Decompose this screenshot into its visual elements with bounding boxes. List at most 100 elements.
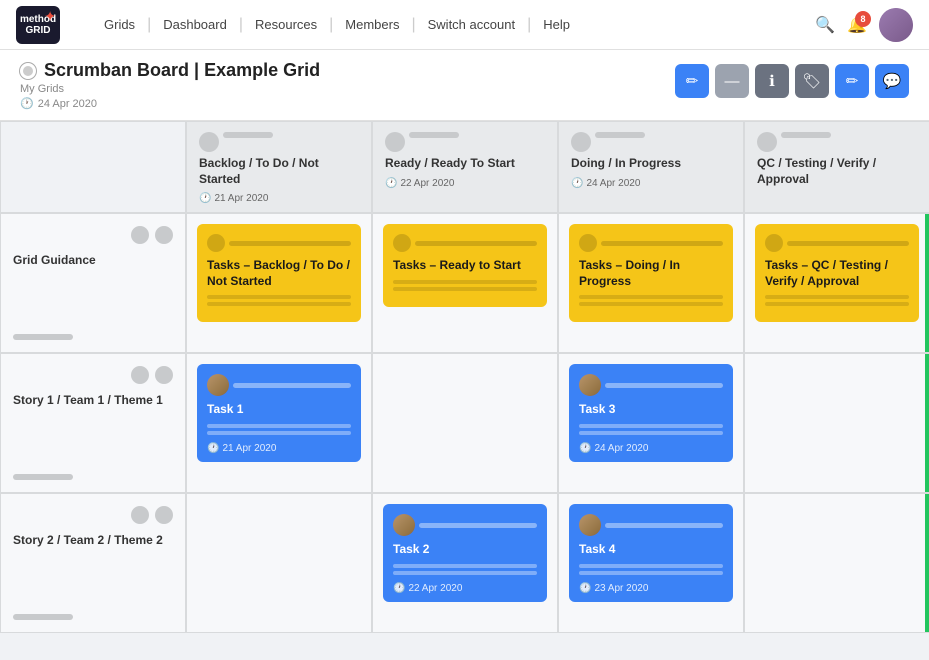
card-task1[interactable]: Task 1 🕐 21 Apr 2020: [197, 364, 361, 462]
card-icons-2: [393, 234, 537, 252]
card-icon-sm-4: [765, 234, 783, 252]
card-task2-line-2: [393, 571, 537, 575]
green-accent-1: [925, 214, 929, 352]
card-tasks-ready[interactable]: Tasks – Ready to Start: [383, 224, 547, 307]
card-task2-line-1: [393, 564, 537, 568]
clock-icon-3: 🕐: [571, 178, 583, 189]
card-task2-avatar-img: [393, 514, 415, 536]
info-button[interactable]: ℹ: [755, 64, 789, 98]
cell-story1-doing[interactable]: Task 3 🕐 24 Apr 2020: [558, 353, 744, 493]
message-button[interactable]: 💬: [875, 64, 909, 98]
card-line-6: [579, 302, 723, 306]
notification-count: 8: [855, 11, 871, 27]
avatar[interactable]: [879, 8, 913, 42]
col-header-icons-1: [199, 132, 359, 152]
card-task4[interactable]: Task 4 🕐 23 Apr 2020: [569, 504, 733, 602]
card-title-tasks-backlog: Tasks – Backlog / To Do / Not Started: [207, 258, 351, 289]
clock-icon-task3: 🕐: [579, 443, 591, 454]
card-task2[interactable]: Task 2 🕐 22 Apr 2020: [383, 504, 547, 602]
row-icon-2: [155, 226, 173, 244]
cell-guidance-qc[interactable]: Tasks – QC / Testing / Verify / Approval: [744, 213, 929, 353]
nav-dashboard[interactable]: Dashboard: [151, 17, 239, 32]
card-task1-bar: [233, 383, 351, 388]
nav-right: 🔍 🔔 8: [815, 8, 913, 42]
green-accent-3: [925, 494, 929, 632]
card-task2-bar: [419, 523, 537, 528]
nav-help[interactable]: Help: [531, 17, 582, 32]
card-task4-avatar-img: [579, 514, 601, 536]
cell-guidance-ready[interactable]: Tasks – Ready to Start: [372, 213, 558, 353]
col-icon-3: [571, 132, 591, 152]
breadcrumb: My Grids: [20, 83, 320, 95]
row-progress-bar: [13, 334, 73, 340]
nav-switch-account[interactable]: Switch account: [416, 17, 527, 32]
clock-icon: 🕐: [20, 97, 34, 110]
card-task1-date: 🕐 21 Apr 2020: [207, 443, 351, 454]
card-line-1: [207, 295, 351, 299]
card-icon-sm-3: [579, 234, 597, 252]
notification-bell[interactable]: 🔔 8: [847, 15, 867, 35]
card-tasks-backlog[interactable]: Tasks – Backlog / To Do / Not Started: [197, 224, 361, 322]
toolbar: ✏ — ℹ 🏷 ✏ 💬: [675, 64, 909, 98]
cell-story2-doing[interactable]: Task 4 🕐 23 Apr 2020: [558, 493, 744, 633]
cell-story2-qc[interactable]: [744, 493, 929, 633]
cell-story2-ready[interactable]: Task 2 🕐 22 Apr 2020: [372, 493, 558, 633]
card-task1-icons: [207, 374, 351, 396]
logo[interactable]: ✦ method GRID: [16, 6, 60, 44]
card-task4-icons: [579, 514, 723, 536]
row-icon-5: [131, 506, 149, 524]
card-task4-date: 🕐 23 Apr 2020: [579, 583, 723, 594]
card-tasks-doing[interactable]: Tasks – Doing / In Progress: [569, 224, 733, 322]
nav-grids[interactable]: Grids: [92, 17, 147, 32]
cell-story1-qc[interactable]: [744, 353, 929, 493]
card-task1-avatar-img: [207, 374, 229, 396]
clock-icon-2: 🕐: [385, 178, 397, 189]
tag-button[interactable]: 🏷: [795, 64, 829, 98]
card-task1-avatar: [207, 374, 229, 396]
row-icon-6: [155, 506, 173, 524]
search-button[interactable]: 🔍: [815, 15, 835, 35]
page-date: 🕐 24 Apr 2020: [20, 97, 320, 110]
nav-resources[interactable]: Resources: [243, 17, 329, 32]
card-lines: [207, 295, 351, 306]
card-line-4: [393, 287, 537, 291]
card-task2-avatar: [393, 514, 415, 536]
card-task1-lines: [207, 424, 351, 435]
navbar: ✦ method GRID Grids | Dashboard | Resour…: [0, 0, 929, 50]
card-task3-line-1: [579, 424, 723, 428]
cell-story1-backlog[interactable]: Task 1 🕐 21 Apr 2020: [186, 353, 372, 493]
page-title: Scrumban Board | Example Grid: [44, 60, 320, 81]
col-bar-3: [595, 132, 645, 138]
card-task3-avatar: [579, 374, 601, 396]
row-header-story1: Story 1 / Team 1 / Theme 1: [0, 353, 186, 493]
pencil-button[interactable]: ✏: [835, 64, 869, 98]
card-lines-3: [579, 295, 723, 306]
card-bar-3: [601, 241, 723, 246]
nav-links: Grids | Dashboard | Resources | Members …: [92, 16, 807, 34]
card-task4-lines: [579, 564, 723, 575]
row-header-story2: Story 2 / Team 2 / Theme 2: [0, 493, 186, 633]
col-header-icons-3: [571, 132, 731, 152]
nav-members[interactable]: Members: [333, 17, 411, 32]
edit-button[interactable]: ✏: [675, 64, 709, 98]
card-task2-lines: [393, 564, 537, 575]
card-icon-sm-2: [393, 234, 411, 252]
clock-icon-task4: 🕐: [579, 583, 591, 594]
card-tasks-qc[interactable]: Tasks – QC / Testing / Verify / Approval: [755, 224, 919, 322]
avatar-image: [879, 8, 913, 42]
minus-button[interactable]: —: [715, 64, 749, 98]
cell-story2-backlog[interactable]: [186, 493, 372, 633]
card-icons: [207, 234, 351, 252]
board-container[interactable]: Backlog / To Do / Not Started 🕐 21 Apr 2…: [0, 121, 929, 651]
cell-guidance-doing[interactable]: Tasks – Doing / In Progress: [558, 213, 744, 353]
cell-story1-ready[interactable]: [372, 353, 558, 493]
col-header-backlog: Backlog / To Do / Not Started 🕐 21 Apr 2…: [186, 121, 372, 213]
card-task3[interactable]: Task 3 🕐 24 Apr 2020: [569, 364, 733, 462]
col-header-title-2: Ready / Ready To Start: [385, 156, 545, 172]
card-task2-icons: [393, 514, 537, 536]
green-accent-2: [925, 354, 929, 492]
cell-guidance-backlog[interactable]: Tasks – Backlog / To Do / Not Started: [186, 213, 372, 353]
col-header-icons-4: [757, 132, 917, 152]
logo-spark-icon: ✦: [44, 8, 56, 25]
card-icons-3: [579, 234, 723, 252]
